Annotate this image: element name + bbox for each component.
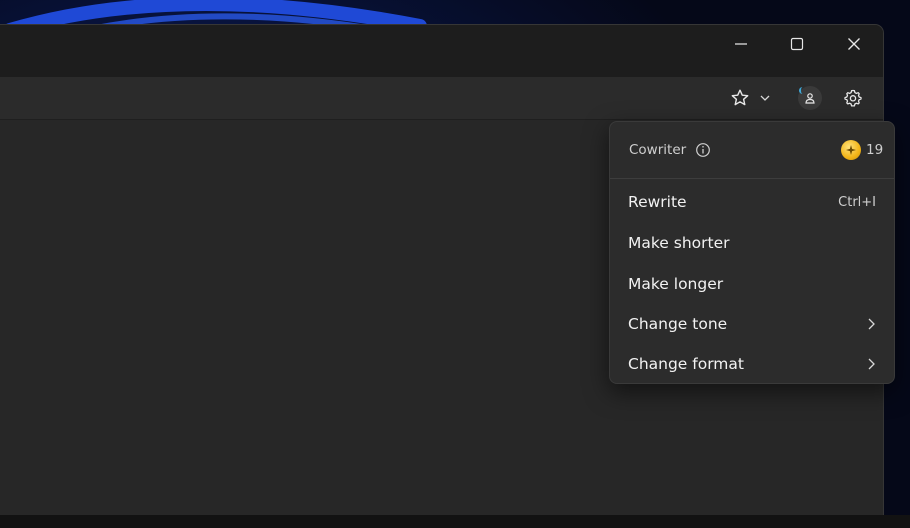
menu-item-label: Rewrite xyxy=(628,193,687,211)
taskbar-edge xyxy=(0,515,910,528)
gear-icon xyxy=(844,89,862,107)
maximize-icon xyxy=(790,37,804,51)
credits-count: 19 xyxy=(866,142,884,158)
favorite-dropdown-button[interactable] xyxy=(756,82,774,114)
minimize-button[interactable] xyxy=(713,25,769,63)
avatar xyxy=(798,86,822,110)
chevron-right-icon xyxy=(868,358,875,370)
info-icon[interactable] xyxy=(695,142,711,158)
menu-item-make-shorter[interactable]: Make shorter xyxy=(614,225,890,261)
close-icon xyxy=(848,38,860,50)
credits-badge xyxy=(841,140,861,160)
chevron-right-icon xyxy=(868,318,875,330)
close-button[interactable] xyxy=(826,25,882,63)
menu-item-change-tone[interactable]: Change tone xyxy=(614,306,890,342)
menu-item-label: Make shorter xyxy=(628,234,730,252)
minimize-icon xyxy=(735,43,747,45)
profile-status-mark xyxy=(799,87,806,94)
settings-button[interactable] xyxy=(838,82,868,114)
menu-item-label: Change format xyxy=(628,355,744,373)
shortcut-label: Ctrl+I xyxy=(838,195,876,210)
sparkle-coin-icon xyxy=(846,145,856,155)
title-bar xyxy=(0,25,883,77)
profile-button[interactable] xyxy=(794,82,826,114)
profile-icon xyxy=(805,93,815,104)
maximize-button[interactable] xyxy=(769,25,825,63)
browser-toolbar xyxy=(0,77,883,120)
menu-item-label: Make longer xyxy=(628,275,724,293)
cowriter-menu: Cowriter 19 Rewrite Ctrl+I Make shorter … xyxy=(609,121,895,384)
chevron-down-icon xyxy=(760,95,770,101)
cowriter-menu-header: Cowriter 19 xyxy=(610,122,894,179)
star-icon xyxy=(731,89,749,106)
menu-item-make-longer[interactable]: Make longer xyxy=(614,266,890,302)
menu-item-change-format[interactable]: Change format xyxy=(614,346,890,382)
menu-item-label: Change tone xyxy=(628,315,728,333)
favorite-button[interactable] xyxy=(726,82,754,114)
menu-item-rewrite[interactable]: Rewrite Ctrl+I xyxy=(614,184,890,220)
cowriter-title: Cowriter xyxy=(629,142,687,158)
